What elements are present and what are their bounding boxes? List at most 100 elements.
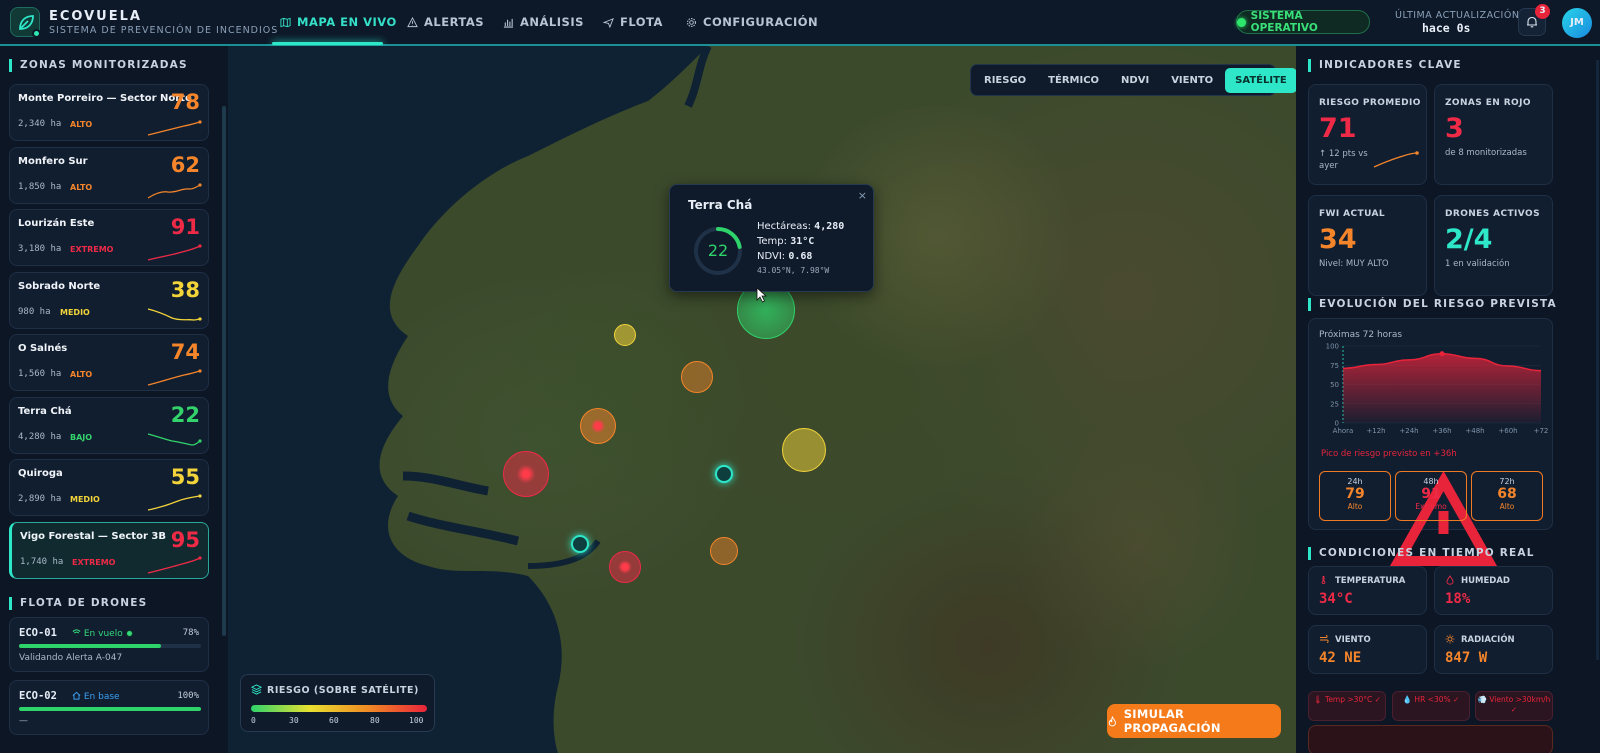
zone-hectares: 4,280 ha (18, 431, 62, 442)
drone-card-eco-02[interactable]: ECO-02 En base 100% — (9, 680, 209, 735)
drone-marker-icon[interactable] (715, 465, 733, 483)
user-avatar[interactable]: JM (1562, 8, 1592, 38)
kpi-riesgo-promedio: RIESGO PROMEDIO 71 ↑ 12 pts vs ayer (1308, 84, 1427, 185)
simulate-propagation-button[interactable]: SIMULAR PROPAGACIÓN (1107, 704, 1281, 738)
drone-task: — (19, 716, 28, 726)
zone-risk-score: 95 (170, 527, 200, 552)
popup-coordinates: 43.05°N, 7.98°W (757, 266, 830, 275)
layer-viento[interactable]: VIENTO (1161, 68, 1223, 93)
zone-card[interactable]: Monfero Sur 1,850 ha ALTO 62 (9, 146, 209, 204)
kpi-sub: Nivel: MUY ALTO (1319, 259, 1389, 269)
zone-card[interactable]: O Salnés 1,560 ha ALTO 74 (9, 334, 209, 391)
x-tick-label: +48h (1465, 427, 1484, 435)
drone-status: En vuelo (72, 628, 133, 639)
threshold-chip-humidity: 💧 HR <30% ✓ (1392, 691, 1470, 721)
risk-forecast-chart: 0255075100Ahora +12h +24h +36h +48h +60h +72 (1326, 343, 1549, 436)
peak-text: Pico de riesgo previsto en +36h (1321, 449, 1457, 459)
zones-scrollbar[interactable] (222, 106, 226, 636)
wind-icon (1320, 635, 1329, 643)
active-tab-indicator (272, 42, 383, 45)
risk-marker-high[interactable] (681, 361, 713, 393)
kpi-sparkline (1373, 151, 1419, 168)
zone-card[interactable]: Quiroga 2,890 ha MEDIO 55 (9, 459, 209, 516)
system-status-badge: SISTEMA OPERATIVO (1236, 10, 1370, 34)
condition-humedad: HUMEDAD 18% (1434, 566, 1553, 615)
zone-risk-level: BAJO (70, 432, 93, 442)
zone-card[interactable]: Sobrado Norte 980 ha MEDIO 38 (9, 271, 209, 329)
right-scrollbar[interactable] (1596, 60, 1599, 660)
brand-subtitle: SISTEMA DE PREVENCIÓN DE INCENDIOS (49, 25, 279, 36)
forecast-card-48h[interactable]: 48h 91 Extremo (1395, 471, 1467, 521)
temp-value: 31°C (790, 236, 815, 247)
kpi-label: ZONAS EN ROJO (1445, 98, 1531, 108)
zone-risk-level: ALTO (70, 120, 93, 129)
forecast-card-72h[interactable]: 72h 68 Alto (1471, 471, 1543, 521)
zone-risk-level: ALTO (70, 370, 93, 379)
close-icon[interactable]: × (858, 189, 867, 202)
risk-marker-high[interactable] (710, 537, 738, 565)
kpi-value: 3 (1445, 113, 1464, 144)
kpi-label: FWI ACTUAL (1319, 209, 1385, 219)
zone-risk-score: 62 (170, 152, 200, 177)
x-tick-label: Ahora (1333, 427, 1354, 435)
legend-tick: 0 (251, 716, 256, 725)
nav-analisis[interactable]: ANÁLISIS (503, 0, 584, 44)
hectares-value: 4,280 (814, 221, 845, 232)
zone-trend-sparkline (147, 244, 202, 261)
y-tick-label: 25 (1330, 400, 1339, 408)
peak-warning: Pico de riesgo previsto en +36h (1321, 449, 1498, 566)
leaf-logo-icon[interactable] (10, 7, 41, 38)
condition-label: RADIACIÓN (1461, 635, 1515, 645)
nav-mapa-en-vivo[interactable]: MAPA EN VIVO (280, 0, 397, 44)
status-dot (1237, 17, 1246, 27)
risk-marker-high[interactable] (580, 408, 616, 444)
layer-satelite[interactable]: SATÉLITE (1225, 67, 1296, 93)
legend-tick: 80 (370, 716, 380, 725)
zone-card[interactable]: Vigo Forestal — Sector 3B 1,740 ha EXTREMO… (9, 521, 209, 579)
layer-riesgo[interactable]: RIESGO (974, 68, 1036, 93)
x-tick-label: +12h (1366, 427, 1385, 435)
layer-termico[interactable]: TÉRMICO (1038, 68, 1109, 93)
fleet-section-title: FLOTA DE DRONES (9, 597, 147, 610)
risk-marker-medium[interactable] (782, 428, 826, 472)
satellite-map[interactable]: RIESGO TÉRMICO NDVI VIENTO SATÉLITE Terr… (228, 46, 1296, 753)
nav-label: CONFIGURACIÓN (703, 15, 819, 29)
zone-card[interactable]: Monte Porreiro — Sector Norte 2,340 ha ALT… (9, 84, 209, 141)
plane-icon (603, 17, 614, 28)
nav-flota[interactable]: FLOTA (603, 0, 663, 44)
app-root: ECOVUELA SISTEMA DE PREVENCIÓN DE INCEND… (0, 0, 1600, 753)
zone-card[interactable]: Lourizán Este 3,180 ha EXTREMO 91 (9, 209, 209, 266)
terrain-patch (1008, 426, 1268, 666)
nav-alertas[interactable]: ALERTAS (407, 0, 484, 44)
battery-fill (19, 707, 201, 711)
risk-marker-extreme[interactable] (609, 551, 641, 583)
nav-label: ALERTAS (424, 15, 485, 29)
drone-card-eco-01[interactable]: ECO-01 En vuelo 78% Validando Alerta A-0… (9, 617, 209, 672)
droplet-icon (1446, 575, 1454, 585)
nav-configuracion[interactable]: CONFIGURACIÓN (686, 0, 818, 44)
zone-name: Monfero Sur (18, 155, 88, 167)
zone-card[interactable]: Terra Chá 4,280 ha BAJO 22 (9, 396, 209, 454)
forecast-level: Extremo (1415, 502, 1447, 511)
kpi-value: 71 (1319, 113, 1357, 144)
gear-icon (687, 17, 696, 27)
forecast-value: 91 (1421, 486, 1441, 502)
kpi-value: 2/4 (1445, 224, 1493, 255)
zone-name: Quiroga (18, 468, 63, 479)
simulate-label: SIMULAR PROPAGACIÓN (1123, 707, 1221, 735)
zone-hectares: 980 ha (18, 306, 51, 317)
drone-marker-icon[interactable] (571, 535, 589, 553)
risk-marker-extreme[interactable] (503, 451, 549, 497)
popup-score: 22 (707, 241, 729, 260)
risk-marker-medium[interactable] (614, 324, 636, 346)
wifi-icon (72, 629, 81, 636)
forecast-section-title: EVOLUCIÓN DEL RIESGO PREVISTA (1308, 298, 1557, 311)
threshold-chip-wind: 💨 Viento >30km/h ✓ (1475, 691, 1553, 721)
condition-temperatura: TEMPERATURA 34°C (1308, 566, 1427, 615)
layer-ndvi[interactable]: NDVI (1111, 68, 1159, 93)
warning-icon (407, 16, 418, 27)
kpi-fwi-actual: FWI ACTUAL 34 Nivel: MUY ALTO (1308, 195, 1427, 296)
drone-status-label: En base (83, 692, 120, 702)
forecast-card-24h[interactable]: 24h 79 Alto (1319, 471, 1391, 521)
condition-label: TEMPERATURA (1335, 576, 1406, 586)
